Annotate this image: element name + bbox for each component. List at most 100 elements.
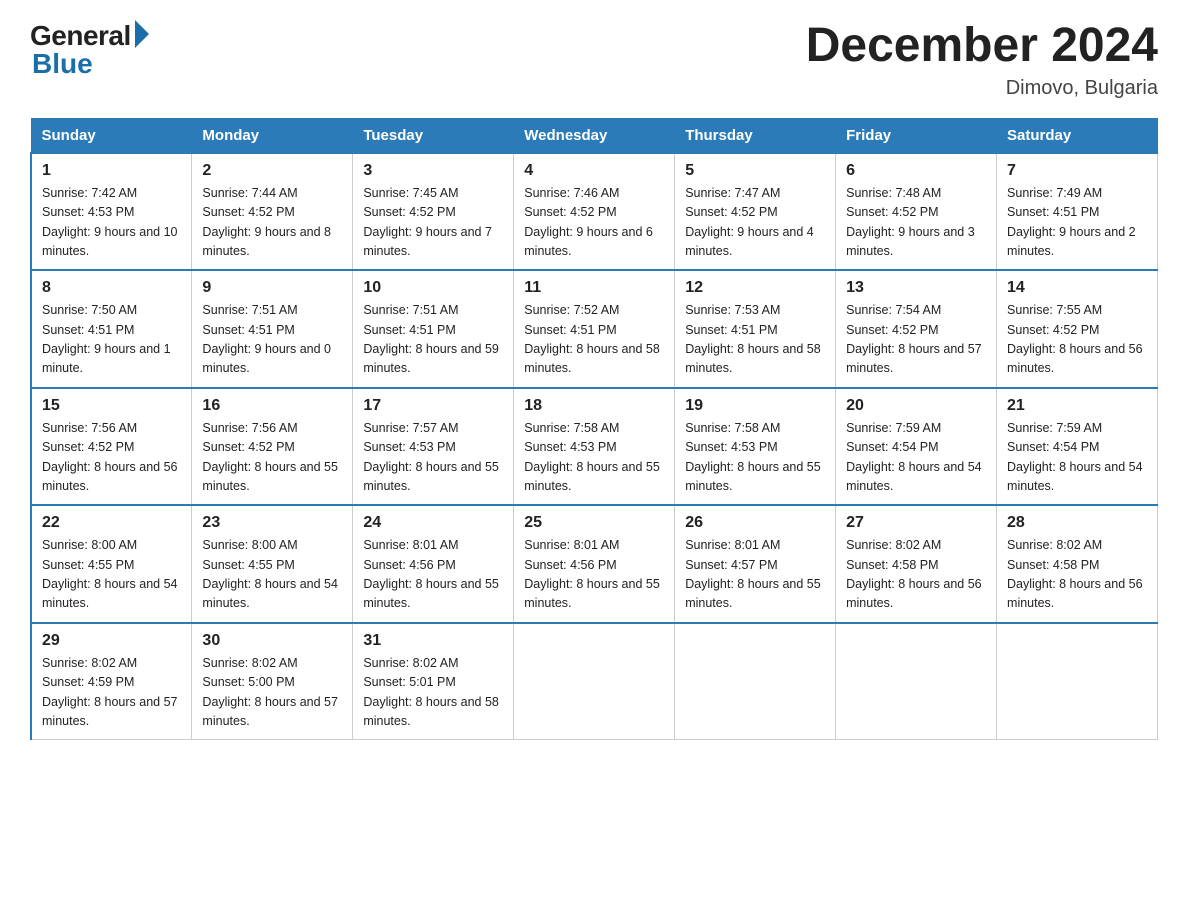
logo: General Blue — [30, 20, 149, 80]
calendar-cell: 8 Sunrise: 7:50 AMSunset: 4:51 PMDayligh… — [31, 270, 192, 388]
calendar-cell: 31 Sunrise: 8:02 AMSunset: 5:01 PMDaylig… — [353, 623, 514, 740]
day-number: 25 — [524, 514, 664, 532]
day-info: Sunrise: 7:50 AMSunset: 4:51 PMDaylight:… — [42, 303, 171, 375]
day-number: 29 — [42, 632, 181, 650]
calendar-cell: 15 Sunrise: 7:56 AMSunset: 4:52 PMDaylig… — [31, 388, 192, 506]
calendar-cell: 9 Sunrise: 7:51 AMSunset: 4:51 PMDayligh… — [192, 270, 353, 388]
calendar-cell: 20 Sunrise: 7:59 AMSunset: 4:54 PMDaylig… — [836, 388, 997, 506]
day-info: Sunrise: 7:48 AMSunset: 4:52 PMDaylight:… — [846, 186, 975, 258]
day-info: Sunrise: 8:02 AMSunset: 5:01 PMDaylight:… — [363, 656, 499, 728]
weekday-header-wednesday: Wednesday — [514, 118, 675, 153]
calendar-cell — [997, 623, 1158, 740]
calendar-cell: 18 Sunrise: 7:58 AMSunset: 4:53 PMDaylig… — [514, 388, 675, 506]
day-info: Sunrise: 8:00 AMSunset: 4:55 PMDaylight:… — [42, 538, 178, 610]
day-info: Sunrise: 8:01 AMSunset: 4:56 PMDaylight:… — [363, 538, 499, 610]
day-info: Sunrise: 7:44 AMSunset: 4:52 PMDaylight:… — [202, 186, 331, 258]
day-info: Sunrise: 7:42 AMSunset: 4:53 PMDaylight:… — [42, 186, 178, 258]
day-number: 9 — [202, 279, 342, 297]
day-number: 8 — [42, 279, 181, 297]
week-row-1: 1 Sunrise: 7:42 AMSunset: 4:53 PMDayligh… — [31, 153, 1158, 271]
calendar-cell — [836, 623, 997, 740]
day-info: Sunrise: 7:45 AMSunset: 4:52 PMDaylight:… — [363, 186, 492, 258]
day-number: 2 — [202, 162, 342, 180]
calendar-cell: 14 Sunrise: 7:55 AMSunset: 4:52 PMDaylig… — [997, 270, 1158, 388]
day-number: 31 — [363, 632, 503, 650]
day-number: 6 — [846, 162, 986, 180]
day-number: 18 — [524, 397, 664, 415]
day-number: 23 — [202, 514, 342, 532]
week-row-3: 15 Sunrise: 7:56 AMSunset: 4:52 PMDaylig… — [31, 388, 1158, 506]
calendar-cell: 28 Sunrise: 8:02 AMSunset: 4:58 PMDaylig… — [997, 505, 1158, 623]
day-info: Sunrise: 8:02 AMSunset: 4:59 PMDaylight:… — [42, 656, 178, 728]
calendar-cell: 17 Sunrise: 7:57 AMSunset: 4:53 PMDaylig… — [353, 388, 514, 506]
day-info: Sunrise: 8:02 AMSunset: 4:58 PMDaylight:… — [846, 538, 982, 610]
day-info: Sunrise: 7:51 AMSunset: 4:51 PMDaylight:… — [363, 303, 499, 375]
day-info: Sunrise: 7:59 AMSunset: 4:54 PMDaylight:… — [846, 421, 982, 493]
calendar-cell: 16 Sunrise: 7:56 AMSunset: 4:52 PMDaylig… — [192, 388, 353, 506]
calendar-cell: 27 Sunrise: 8:02 AMSunset: 4:58 PMDaylig… — [836, 505, 997, 623]
day-info: Sunrise: 8:02 AMSunset: 4:58 PMDaylight:… — [1007, 538, 1143, 610]
day-info: Sunrise: 7:59 AMSunset: 4:54 PMDaylight:… — [1007, 421, 1143, 493]
day-info: Sunrise: 7:56 AMSunset: 4:52 PMDaylight:… — [202, 421, 338, 493]
day-number: 5 — [685, 162, 825, 180]
calendar-cell: 19 Sunrise: 7:58 AMSunset: 4:53 PMDaylig… — [675, 388, 836, 506]
day-info: Sunrise: 7:58 AMSunset: 4:53 PMDaylight:… — [524, 421, 660, 493]
weekday-header-tuesday: Tuesday — [353, 118, 514, 153]
week-row-4: 22 Sunrise: 8:00 AMSunset: 4:55 PMDaylig… — [31, 505, 1158, 623]
day-info: Sunrise: 7:52 AMSunset: 4:51 PMDaylight:… — [524, 303, 660, 375]
weekday-header-sunday: Sunday — [31, 118, 192, 153]
day-info: Sunrise: 7:46 AMSunset: 4:52 PMDaylight:… — [524, 186, 653, 258]
day-number: 4 — [524, 162, 664, 180]
weekday-header-row: SundayMondayTuesdayWednesdayThursdayFrid… — [31, 118, 1158, 153]
page-header: General Blue December 2024 Dimovo, Bulga… — [30, 20, 1158, 100]
calendar-cell: 12 Sunrise: 7:53 AMSunset: 4:51 PMDaylig… — [675, 270, 836, 388]
day-info: Sunrise: 7:58 AMSunset: 4:53 PMDaylight:… — [685, 421, 821, 493]
day-info: Sunrise: 7:54 AMSunset: 4:52 PMDaylight:… — [846, 303, 982, 375]
calendar-cell: 26 Sunrise: 8:01 AMSunset: 4:57 PMDaylig… — [675, 505, 836, 623]
day-info: Sunrise: 7:49 AMSunset: 4:51 PMDaylight:… — [1007, 186, 1136, 258]
day-number: 21 — [1007, 397, 1147, 415]
day-info: Sunrise: 7:56 AMSunset: 4:52 PMDaylight:… — [42, 421, 178, 493]
day-number: 28 — [1007, 514, 1147, 532]
calendar-cell: 29 Sunrise: 8:02 AMSunset: 4:59 PMDaylig… — [31, 623, 192, 740]
logo-blue-text: Blue — [32, 48, 93, 80]
day-info: Sunrise: 7:51 AMSunset: 4:51 PMDaylight:… — [202, 303, 331, 375]
day-number: 15 — [42, 397, 181, 415]
calendar-subtitle: Dimovo, Bulgaria — [806, 77, 1158, 100]
calendar-cell: 21 Sunrise: 7:59 AMSunset: 4:54 PMDaylig… — [997, 388, 1158, 506]
calendar-cell: 6 Sunrise: 7:48 AMSunset: 4:52 PMDayligh… — [836, 153, 997, 271]
weekday-header-saturday: Saturday — [997, 118, 1158, 153]
day-number: 13 — [846, 279, 986, 297]
day-number: 11 — [524, 279, 664, 297]
calendar-cell: 1 Sunrise: 7:42 AMSunset: 4:53 PMDayligh… — [31, 153, 192, 271]
calendar-cell: 13 Sunrise: 7:54 AMSunset: 4:52 PMDaylig… — [836, 270, 997, 388]
calendar-cell: 11 Sunrise: 7:52 AMSunset: 4:51 PMDaylig… — [514, 270, 675, 388]
calendar-body: 1 Sunrise: 7:42 AMSunset: 4:53 PMDayligh… — [31, 153, 1158, 740]
calendar-cell: 22 Sunrise: 8:00 AMSunset: 4:55 PMDaylig… — [31, 505, 192, 623]
calendar-cell: 2 Sunrise: 7:44 AMSunset: 4:52 PMDayligh… — [192, 153, 353, 271]
day-number: 20 — [846, 397, 986, 415]
calendar-table: SundayMondayTuesdayWednesdayThursdayFrid… — [30, 118, 1158, 741]
day-number: 17 — [363, 397, 503, 415]
title-area: December 2024 Dimovo, Bulgaria — [806, 20, 1158, 100]
calendar-cell: 30 Sunrise: 8:02 AMSunset: 5:00 PMDaylig… — [192, 623, 353, 740]
weekday-header-thursday: Thursday — [675, 118, 836, 153]
day-info: Sunrise: 7:57 AMSunset: 4:53 PMDaylight:… — [363, 421, 499, 493]
day-number: 12 — [685, 279, 825, 297]
calendar-cell: 5 Sunrise: 7:47 AMSunset: 4:52 PMDayligh… — [675, 153, 836, 271]
day-info: Sunrise: 7:47 AMSunset: 4:52 PMDaylight:… — [685, 186, 814, 258]
day-number: 16 — [202, 397, 342, 415]
week-row-2: 8 Sunrise: 7:50 AMSunset: 4:51 PMDayligh… — [31, 270, 1158, 388]
day-number: 14 — [1007, 279, 1147, 297]
weekday-header-friday: Friday — [836, 118, 997, 153]
day-number: 30 — [202, 632, 342, 650]
calendar-cell: 25 Sunrise: 8:01 AMSunset: 4:56 PMDaylig… — [514, 505, 675, 623]
day-number: 22 — [42, 514, 181, 532]
calendar-cell: 10 Sunrise: 7:51 AMSunset: 4:51 PMDaylig… — [353, 270, 514, 388]
calendar-cell — [675, 623, 836, 740]
day-info: Sunrise: 8:01 AMSunset: 4:56 PMDaylight:… — [524, 538, 660, 610]
day-number: 10 — [363, 279, 503, 297]
logo-triangle-icon — [135, 20, 149, 48]
week-row-5: 29 Sunrise: 8:02 AMSunset: 4:59 PMDaylig… — [31, 623, 1158, 740]
day-info: Sunrise: 8:02 AMSunset: 5:00 PMDaylight:… — [202, 656, 338, 728]
